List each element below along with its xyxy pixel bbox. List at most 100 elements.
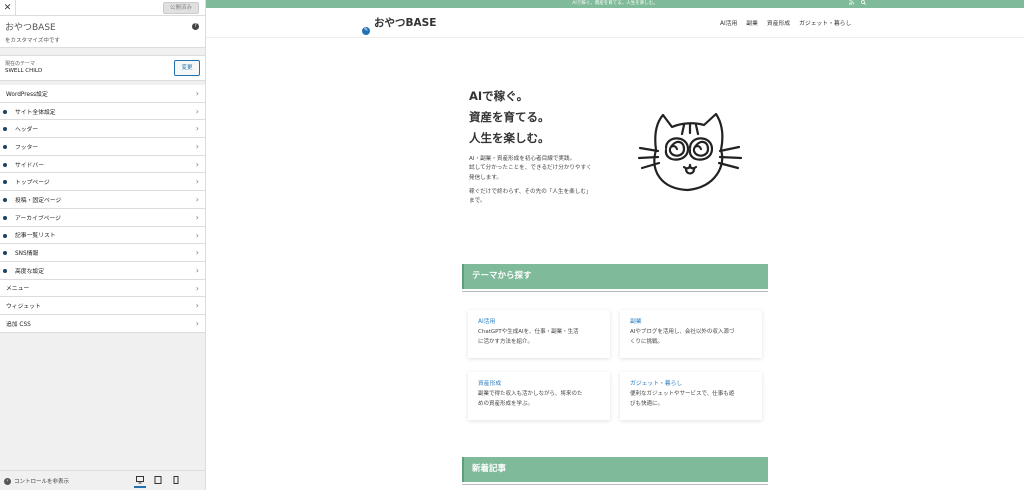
chevron-right-icon: › [195, 283, 199, 293]
category-card-side-job[interactable]: 副業 AIやブログを活用し、会社以外の収入源づ くりに挑戦。 [620, 310, 762, 358]
hero-text: 試して分かったことを、できるだけ分かりやすく [469, 165, 592, 172]
hide-controls-button[interactable]: ‹ コントロールを非表示 [4, 477, 69, 485]
nav-item-side-job[interactable]: 副業 [746, 18, 758, 27]
card-text: くりに挑戦。 [630, 339, 664, 345]
category-card-ai[interactable]: AI活用 ChatGPTや生成AIを、仕事・副業・生活 に活かす方法を紹介。 [468, 310, 610, 358]
menu-item-archive[interactable]: アーカイブページ › [0, 208, 205, 227]
nav-item-ai[interactable]: AI活用 [720, 18, 737, 27]
section-themes-header: テーマから探す [462, 264, 768, 292]
chevron-right-icon: › [195, 195, 199, 205]
category-card-assets[interactable]: 資産形成 副業で得た収入も活かしながら、将来のた めの資産形成を学ぶ。 [468, 372, 610, 420]
customized-dot-icon [3, 162, 7, 167]
chevron-right-icon: › [195, 124, 199, 134]
menu-item-post-list[interactable]: 記事一覧リスト › [0, 226, 205, 245]
site-info: おやつBASE をカスタマイズ中です ? [0, 16, 205, 48]
card-title[interactable]: 資産形成 [478, 378, 600, 387]
menu-item-wordpress-settings[interactable]: WordPress設定 › [0, 85, 205, 103]
customizer-panel: ✕ 公開済み おやつBASE をカスタマイズ中です ? 現在のテーマ SWELL… [0, 0, 206, 490]
card-text: 便利なガジェットやサービスで、仕事も遊 [630, 391, 735, 397]
card-description: ChatGPTや生成AIを、仕事・副業・生活 に活かす方法を紹介。 [478, 327, 600, 347]
customizer-footer: ‹ コントロールを非表示 [0, 470, 205, 490]
card-description: 副業で得た収入も活かしながら、将来のた めの資産形成を学ぶ。 [478, 389, 600, 409]
hero-description-2: 稼ぐだけで終わらず、その先の「人生を楽しむ」 まで。 [469, 188, 629, 207]
category-card-gadgets[interactable]: ガジェット・暮らし 便利なガジェットやサービスで、仕事も遊 びも快適に。 [620, 372, 762, 420]
change-theme-button[interactable]: 変更 [174, 60, 200, 76]
site-subtitle: をカスタマイズ中です [5, 38, 60, 44]
cat-illustration [626, 105, 756, 195]
site-logo[interactable]: おやつBASE [374, 15, 436, 30]
card-description: AIやブログを活用し、会社以外の収入源づ くりに挑戦。 [630, 327, 752, 347]
search-icon[interactable] [861, 0, 866, 8]
menu-item-sidebar[interactable]: サイドバー › [0, 155, 205, 174]
hero-headline: AIで稼ぐ。 資産を育てる。 人生を楽しむ。 [469, 86, 629, 149]
card-description: 便利なガジェットやサービスで、仕事も遊 びも快適に。 [630, 389, 752, 409]
card-text: ChatGPTや生成AIを、仕事・副業・生活 [478, 329, 579, 335]
customized-dot-icon [3, 233, 7, 238]
collapse-icon: ‹ [4, 477, 11, 485]
theme-label: 現在のテーマ [5, 61, 36, 67]
menu-item-site-settings[interactable]: サイト全体設定 › [0, 102, 205, 121]
nav-item-gadgets[interactable]: ガジェット・暮らし [799, 18, 851, 27]
menu-item-label: アーカイブページ [15, 215, 61, 222]
hero-description: AI・副業・資産形成を初心者目線で実践。 試して分かったことを、できるだけ分かり… [469, 155, 629, 183]
tablet-icon[interactable] [154, 476, 162, 484]
menu-item-widgets[interactable]: ウィジェット › [0, 297, 205, 315]
site-title: おやつBASE [5, 23, 56, 33]
menu-item-additional-css[interactable]: 追加 CSS › [0, 314, 205, 333]
hero-text: AI・副業・資産形成を初心者目線で実践。 [469, 156, 576, 162]
hide-controls-label: コントロールを非表示 [14, 479, 70, 485]
menu-item-top-page[interactable]: トップページ › [0, 173, 205, 192]
publish-button[interactable]: 公開済み [162, 2, 199, 14]
menu-item-label: メニュー [6, 286, 30, 293]
close-icon[interactable]: ✕ [0, 0, 16, 16]
menu-item-label: WordPress設定 [6, 91, 48, 98]
menu-item-label: 投稿・固定ページ [15, 197, 62, 204]
customizer-topbar: ✕ 公開済み [0, 0, 205, 16]
edit-shortcut-pencil-icon[interactable]: ✎ [361, 26, 371, 36]
section-title: テーマから探す [472, 271, 532, 281]
chevron-right-icon: › [195, 212, 199, 222]
desktop-icon[interactable] [134, 476, 146, 488]
card-text: 副業で得た収入も活かしながら、将来のた [478, 391, 583, 397]
rss-icon[interactable] [849, 0, 854, 8]
chevron-right-icon: › [195, 248, 199, 258]
customized-dot-icon [3, 109, 7, 114]
card-text: めの資産形成を学ぶ。 [478, 401, 534, 407]
card-title[interactable]: 副業 [630, 316, 752, 325]
promo-bar: AIで稼ぐ。資産を育てる。人生を楽しむ。 [206, 0, 1024, 8]
nav-item-assets[interactable]: 資産形成 [767, 18, 790, 27]
promo-icons [849, 0, 866, 8]
menu-item-posts-pages[interactable]: 投稿・固定ページ › [0, 191, 205, 209]
device-switcher [134, 476, 180, 488]
global-nav: AI活用 副業 資産形成 ガジェット・暮らし [720, 18, 851, 27]
customized-dot-icon [3, 215, 7, 220]
help-icon[interactable]: ? [192, 23, 199, 30]
chevron-right-icon: › [195, 301, 199, 311]
site-header: おやつBASE AI活用 副業 資産形成 ガジェット・暮らし [206, 8, 1024, 38]
hero-line: AIで稼ぐ。 [469, 89, 529, 103]
promo-text: AIで稼ぐ。資産を育てる。人生を楽しむ。 [572, 1, 658, 6]
menu-item-header[interactable]: ヘッダー › [0, 120, 205, 139]
card-title[interactable]: ガジェット・暮らし [630, 378, 752, 387]
mobile-icon[interactable] [172, 476, 180, 484]
menu-item-label: トップページ [15, 180, 50, 187]
card-text: に活かす方法を紹介。 [478, 339, 534, 345]
theme-name: SWELL CHILD [5, 68, 43, 74]
chevron-right-icon: › [195, 106, 199, 116]
card-title[interactable]: AI活用 [478, 316, 600, 325]
menu-item-sns[interactable]: SNS情報 › [0, 244, 205, 262]
hero-text: 稼ぐだけで終わらず、その先の「人生を楽しむ」 [469, 188, 592, 195]
customizer-menu: WordPress設定 › サイト全体設定 › ヘッダー › フッター › サイドバー ›… [0, 85, 205, 333]
hero-text: 発信します。 [469, 174, 503, 181]
chevron-right-icon: › [195, 230, 199, 240]
site-preview: AIで稼ぐ。資産を育てる。人生を楽しむ。 おやつBASE AI活用 副業 資産形… [206, 0, 1024, 490]
chevron-right-icon: › [195, 142, 199, 152]
customized-dot-icon [3, 268, 7, 273]
menu-item-label: 追加 CSS [6, 321, 31, 328]
menu-item-advanced[interactable]: 高度な設定 › [0, 261, 205, 280]
menu-item-footer[interactable]: フッター › [0, 138, 205, 156]
menu-item-label: ウィジェット [6, 304, 41, 311]
current-theme: 現在のテーマ SWELL CHILD 変更 [0, 55, 205, 81]
menu-item-menus[interactable]: メニュー › [0, 279, 205, 298]
section-title: 新着記事 [472, 464, 507, 474]
